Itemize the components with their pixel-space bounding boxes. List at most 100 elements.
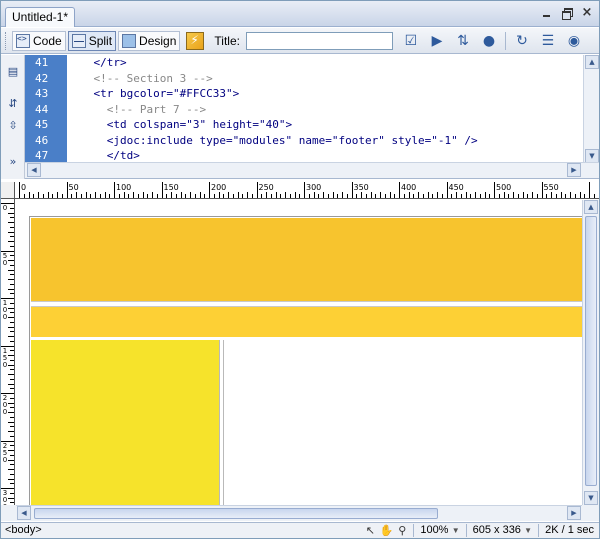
scroll-left-icon[interactable]: ◀	[17, 506, 31, 520]
design-view-button[interactable]: Design	[118, 30, 181, 51]
minimize-icon[interactable]	[541, 7, 553, 19]
ruler-tick	[8, 450, 14, 451]
window-size-value: 605 x 336	[472, 524, 521, 536]
visual-aids-icon[interactable]: ◉	[564, 32, 584, 50]
browser-check-icon[interactable]: ☑	[401, 32, 421, 50]
close-icon[interactable]: ×	[581, 6, 593, 19]
ruler-tick	[8, 222, 14, 223]
ruler-tick	[10, 416, 14, 418]
ruler-tick	[304, 182, 305, 198]
code-editor[interactable]: </tr> <!-- Section 3 --> <tr bgcolor="#F…	[67, 55, 583, 163]
code-line[interactable]: </td>	[67, 148, 583, 163]
preview-browser-icon[interactable]: ●	[479, 32, 499, 50]
ruler-tick	[185, 194, 187, 198]
code-horizontal-scrollbar[interactable]: ◀ ▶	[25, 162, 599, 178]
ruler-tick	[266, 192, 267, 198]
ruler-tick	[323, 192, 324, 198]
scroll-right-icon[interactable]: ▶	[567, 506, 581, 520]
more-tools-icon[interactable]: »	[6, 155, 20, 169]
ruler-tick	[8, 374, 14, 375]
scroll-left-icon[interactable]: ◀	[27, 163, 41, 177]
scroll-up-icon[interactable]: ▲	[585, 55, 599, 69]
scroll-down-icon[interactable]: ▼	[584, 491, 598, 505]
collapse-tag-icon[interactable]: ⇵	[6, 97, 20, 111]
ruler-label: 550	[543, 183, 559, 192]
ruler-tick	[8, 383, 14, 385]
content-cell[interactable]	[223, 340, 582, 505]
design-horizontal-scrollbar[interactable]: ◀ ▶	[16, 505, 582, 521]
left-column-cell[interactable]	[31, 340, 220, 505]
scroll-up-icon[interactable]: ▲	[584, 200, 598, 214]
line-number: 45	[35, 118, 49, 131]
ruler-tick	[346, 194, 348, 198]
ruler-tick	[536, 194, 538, 198]
split-view-icon	[71, 33, 86, 48]
ruler-tick	[10, 302, 14, 304]
ruler-tick	[422, 194, 424, 198]
scroll-thumb[interactable]	[34, 508, 438, 519]
ruler-tick	[498, 194, 500, 198]
code-line[interactable]: <!-- Part 7 -->	[67, 102, 583, 118]
section-3-row[interactable]	[31, 306, 582, 337]
restore-icon[interactable]	[561, 7, 573, 20]
ruler-tick	[546, 194, 548, 198]
design-view[interactable]	[16, 200, 582, 505]
validate-markup-icon[interactable]: ▶	[427, 32, 447, 50]
ruler-tick	[8, 212, 14, 214]
layout-table[interactable]	[29, 216, 582, 505]
horizontal-ruler[interactable]: 0 50 100 150 200 250 300 350 400 450 500 550	[1, 182, 599, 199]
vertical-ruler[interactable]: 0 50 100 150 200 250 300	[1, 199, 15, 505]
document-tab-bar: Untitled-1* ×	[1, 1, 599, 27]
code-view-button[interactable]: Code	[12, 30, 66, 51]
scroll-right-icon[interactable]: ▶	[567, 163, 581, 177]
zoom-tool-icon[interactable]: ⚲	[394, 524, 410, 538]
document-tab[interactable]: Untitled-1*	[5, 7, 76, 27]
ruler-tick	[142, 192, 144, 198]
zoom-select[interactable]: 100% ▼	[417, 523, 462, 538]
ruler-tick	[247, 192, 248, 198]
code-line[interactable]: </tr>	[67, 55, 583, 71]
ruler-tick	[484, 192, 486, 198]
hand-tool-icon[interactable]: ✋	[378, 524, 394, 538]
code-vertical-scrollbar[interactable]: ▲ ▼	[583, 55, 599, 163]
code-line[interactable]: <tr bgcolor="#FFCC33">	[67, 86, 583, 102]
ruler-tick	[427, 192, 429, 198]
line-number-gutter: 41 42 43 44 45 46 47	[25, 55, 67, 163]
ruler-tick	[10, 283, 14, 285]
ruler-tick	[71, 194, 73, 198]
ruler-label: 150	[2, 346, 8, 369]
scroll-thumb[interactable]	[585, 216, 597, 486]
scroll-down-icon[interactable]: ▼	[585, 149, 599, 163]
code-line[interactable]: <!-- Section 3 -->	[67, 71, 583, 87]
ruler-tick	[598, 192, 599, 198]
design-vertical-scrollbar[interactable]: ▲ ▼	[582, 200, 599, 505]
ruler-tick	[8, 231, 14, 233]
split-view-button[interactable]: Split	[67, 30, 117, 51]
ruler-tick	[10, 359, 14, 361]
pointer-tool-icon[interactable]: ↖	[362, 524, 378, 538]
live-view-icon[interactable]	[186, 31, 205, 50]
ruler-tick	[10, 454, 14, 456]
window-size-select[interactable]: 605 x 336 ▼	[470, 523, 535, 538]
ruler-label: 450	[448, 183, 464, 192]
ruler-tick	[285, 192, 286, 198]
view-options-icon[interactable]: ☰	[538, 32, 558, 50]
toolbar-grip[interactable]	[5, 31, 8, 50]
ruler-tick	[10, 483, 14, 485]
file-management-icon[interactable]: ⇅	[453, 32, 473, 50]
ruler-label: 300	[306, 183, 322, 192]
refresh-icon[interactable]: ↻	[512, 32, 532, 50]
collapse-selection-icon[interactable]: ⇳	[6, 119, 20, 133]
code-line[interactable]: <td colspan="3" height="40">	[67, 117, 583, 133]
header-row[interactable]	[31, 218, 582, 302]
ruler-tick	[413, 194, 415, 198]
ruler-tick	[10, 397, 14, 399]
code-view-icon	[16, 33, 30, 48]
code-line[interactable]: <jdoc:include type="modules" name="foote…	[67, 133, 583, 149]
open-documents-icon[interactable]: ▤	[6, 65, 20, 79]
title-input[interactable]	[245, 31, 393, 50]
status-separator	[465, 524, 467, 537]
ruler-origin[interactable]	[1, 182, 15, 198]
tag-selector[interactable]: <body>	[5, 523, 42, 538]
toolbar-separator	[504, 31, 506, 50]
